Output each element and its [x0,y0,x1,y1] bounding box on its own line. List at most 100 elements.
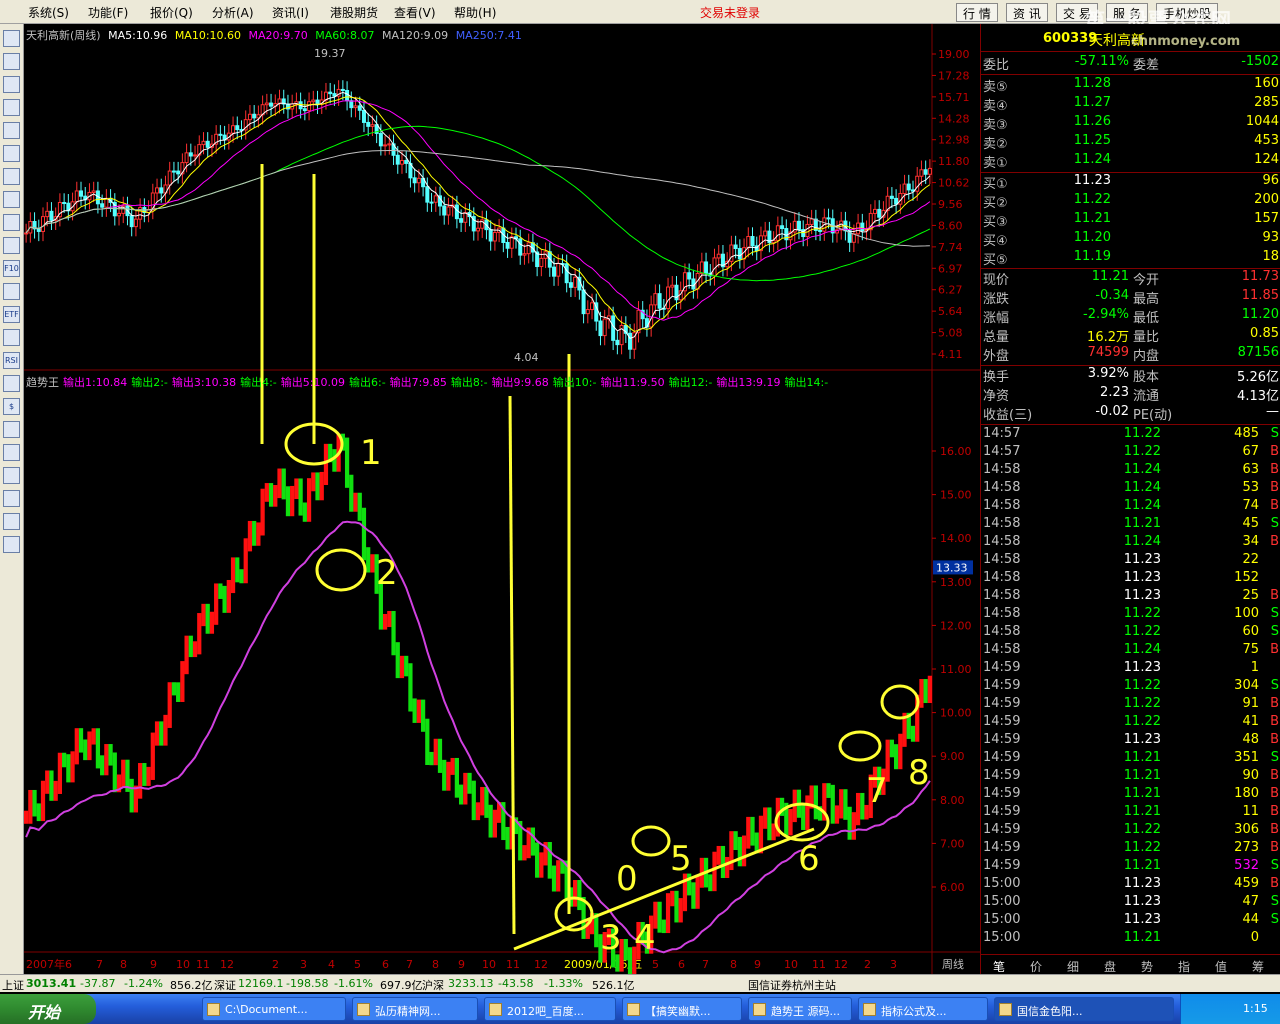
rsi-icon[interactable]: RSI [3,352,20,369]
panel-tab[interactable]: 细 [1067,958,1079,975]
x-axis-label: 9 [458,958,465,971]
order-book-row[interactable]: 卖③ 11.26 1044 [981,114,1280,133]
order-book-row[interactable]: 买① 11.23 96 [981,173,1280,192]
panel-tab[interactable]: 笔 [993,958,1005,975]
taskbar-item[interactable]: 2012吧_百度... [484,997,616,1021]
tick-volume: 74 [1242,498,1259,513]
menu-view[interactable]: 查看(V) [394,4,436,21]
order-book-row[interactable]: 买④ 11.20 93 [981,230,1280,249]
export-icon[interactable] [3,444,20,461]
lower-axis-label: 14.00 [940,532,972,545]
server-station[interactable]: 国信证券杭州主站 [748,977,836,993]
menu-help[interactable]: 帮助(H) [454,4,496,21]
order-book-row[interactable]: 卖② 11.25 453 [981,133,1280,152]
menu-system[interactable]: 系统(S) [28,4,69,21]
order-book-row[interactable]: 卖⑤ 11.28 160 [981,76,1280,95]
candle-body [598,320,603,337]
trend-bar [577,880,582,911]
tick-side: B [1270,534,1279,549]
info-icon[interactable] [3,214,20,231]
dollar-icon[interactable]: $ [3,398,20,415]
window-icon[interactable] [3,145,20,162]
tick-price: 11.24 [1123,534,1161,549]
people-icon[interactable] [3,237,20,254]
f10-icon[interactable]: F10 [3,260,20,277]
taskbar-item[interactable]: 趋势王 源码... [748,997,852,1021]
tab-market[interactable]: 行 情 [956,3,998,22]
trend-bar [826,783,831,798]
trend-bar [57,752,63,794]
candle-body [573,276,578,288]
hs-amount: 526.1亿 [592,979,635,992]
candle-body [775,225,780,241]
tab-news[interactable]: 资 讯 [1006,3,1048,22]
order-book-row[interactable]: 卖① 11.24 124 [981,152,1280,171]
order-book-row[interactable]: 买⑤ 11.19 18 [981,249,1280,268]
chart-icon[interactable] [3,76,20,93]
zoom-icon[interactable] [3,283,20,300]
trend-bar [535,842,540,878]
menu-info[interactable]: 资讯(I) [272,4,309,21]
order-book-row[interactable]: 卖④ 11.27 285 [981,95,1280,114]
taskbar-item[interactable]: 弘历精神网... [352,997,478,1021]
x-axis-label: 6 [678,958,685,971]
pen-icon[interactable] [3,467,20,484]
order-volume: 93 [1262,230,1279,245]
down-icon[interactable] [3,536,20,553]
order-book-row[interactable]: 买③ 11.21 157 [981,211,1280,230]
list-icon[interactable] [3,168,20,185]
multi-icon[interactable] [3,191,20,208]
kline-chart-area[interactable]: 19.00 17.28 15.71 14.28 12.98 11.80 10.62 9.56 8… [24,24,980,974]
start-button[interactable]: 开始 [0,994,96,1024]
stat-label: 外盘 [983,349,1010,364]
bars-icon[interactable] [3,122,20,139]
menu-function[interactable]: 功能(F) [88,4,128,21]
candle-body [264,102,269,106]
x-axis-label: 12 [534,958,548,971]
trend-bar [104,744,109,776]
trend-bar [623,938,628,961]
order-book-row[interactable]: 买② 11.22 200 [981,192,1280,211]
refresh-icon[interactable] [3,375,20,392]
lower-axis-label: 8.00 [940,794,965,807]
taskbar-item-label: 2012吧_百度... [507,1005,584,1018]
line-icon[interactable] [3,329,20,346]
candle-body [395,154,400,165]
kline-icon[interactable] [3,99,20,116]
tick-time: 14:58 [983,534,1021,549]
move-icon[interactable] [3,490,20,507]
menu-quote[interactable]: 报价(Q) [150,4,193,21]
fund-value: 5.26亿 [1237,370,1279,385]
candle-body [74,190,79,203]
table-icon[interactable] [3,53,20,70]
panel-tab[interactable]: 值 [1215,958,1227,975]
link-icon[interactable] [3,421,20,438]
annotation-number: 5 [670,839,692,879]
taskbar-item[interactable]: C:\Document... [202,997,346,1021]
chart-canvas[interactable]: 19.0017.2815.7114.2812.9811.8010.629.568… [24,24,980,974]
watermark-url: chnmoney.com [1131,34,1241,49]
menu-analysis[interactable]: 分析(A) [212,4,254,21]
etf-icon[interactable]: ETF [3,306,20,323]
candle-body [906,183,911,191]
taskbar-item[interactable]: 【搞笑幽默... [622,997,742,1021]
candle-body [805,223,810,238]
taskbar-item[interactable]: 国信金色阳... [994,997,1174,1021]
panel-tab[interactable]: 势 [1141,958,1153,975]
panel-tab[interactable]: 筹 [1252,958,1264,975]
panel-tab[interactable]: 盘 [1104,958,1116,975]
order-level-label: 买④ [983,234,1008,249]
tick-price: 11.23 [1123,894,1161,909]
trend-bar [889,739,894,758]
menu-hk-futures[interactable]: 港股期货 [330,4,378,21]
grid-icon[interactable] [3,30,20,47]
candle-body [826,217,831,220]
trend-bar [230,557,236,594]
tick-volume: 22 [1242,552,1259,567]
up-icon[interactable] [3,513,20,530]
panel-tab[interactable]: 指 [1178,958,1190,975]
period-label[interactable]: 周线 [942,956,964,972]
panel-tab[interactable]: 价 [1030,958,1042,975]
taskbar-item[interactable]: 指标公式及... [858,997,988,1021]
trend-bar [209,611,215,634]
